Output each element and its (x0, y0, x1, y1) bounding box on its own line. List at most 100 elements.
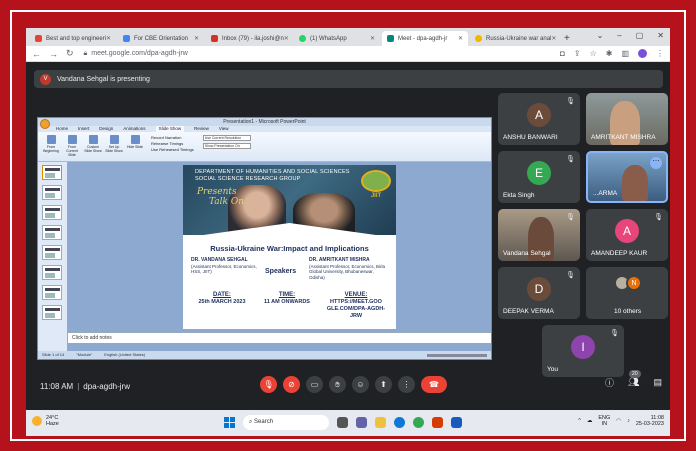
end-call-button[interactable]: ☎ (421, 376, 447, 393)
participant-video (622, 165, 648, 201)
sun-icon (32, 416, 42, 426)
chrome-icon[interactable] (413, 417, 424, 428)
minimize-icon[interactable]: – (617, 31, 621, 40)
extensions-icon[interactable]: ✱ (606, 49, 613, 58)
info-icon[interactable]: ⓘ (605, 376, 614, 389)
ribbon-label: From Beginning (43, 145, 59, 153)
url-input[interactable]: meet.google.com/dpa-agdh-jrw (91, 50, 188, 57)
search-input[interactable]: ⌕ Search (243, 415, 329, 430)
participant-name: AMRITKANT MISHRA (591, 134, 656, 141)
participant-tile[interactable]: D 🎙︎ DEEPAK VERMA (498, 267, 580, 319)
participant-tile[interactable]: A 🎙︎ AMANDEEP KAUR (586, 209, 668, 261)
close-tab-icon[interactable]: ✕ (551, 35, 556, 42)
back-icon[interactable]: ← (32, 49, 41, 59)
more-options-icon[interactable]: ⋯ (650, 157, 662, 169)
word-icon[interactable] (451, 417, 462, 428)
raise-hand-button[interactable]: ✋︎ (329, 376, 346, 393)
close-tab-icon[interactable]: ✕ (284, 35, 289, 42)
ribbon-dropdowns: Use Current Resolution Show Presentation… (202, 135, 251, 158)
mic-off-icon: 🎙︎ (654, 214, 663, 221)
institute-logo (361, 170, 391, 192)
language-indicator[interactable]: ENG IN (598, 415, 610, 427)
reload-icon[interactable]: ↻ (66, 48, 74, 59)
sidepanel-icon[interactable]: ▥ (621, 49, 629, 58)
browser-tab[interactable]: (1) WhatsApp ✕ (294, 31, 380, 46)
share-icon[interactable]: ⇪ (574, 49, 581, 58)
present-button[interactable]: ⬆ (375, 376, 392, 393)
browser-tab-strip: Best and top engineeri ✕ For CBE Orientat… (26, 28, 670, 46)
others-tile[interactable]: N 10 others (586, 267, 668, 319)
close-tab-icon[interactable]: ✕ (194, 35, 199, 42)
side-controls: ⓘ 20 👥︎ ▤ (605, 370, 662, 389)
people-count-badge: 20 (629, 370, 641, 378)
task-view-icon[interactable] (337, 417, 348, 428)
close-tab-icon[interactable]: ✕ (106, 35, 111, 42)
file-explorer-icon[interactable] (375, 417, 386, 428)
tab-favicon-icon (35, 35, 42, 42)
camera-icon[interactable]: ◘ (560, 49, 565, 58)
close-icon[interactable]: ✕ (657, 31, 664, 40)
participant-tile[interactable]: E 🎙︎ Ekta Singh (498, 151, 580, 203)
cloud-icon[interactable]: ☁ (587, 418, 593, 424)
captions-button[interactable]: ▭ (306, 376, 323, 393)
participant-tile[interactable]: ⋯ ...ARMA (586, 151, 668, 203)
forward-icon[interactable]: → (49, 49, 58, 59)
mic-off-button[interactable]: 🎙︎ (260, 376, 277, 393)
menu-icon[interactable]: ⋮ (656, 49, 664, 58)
close-tab-icon[interactable]: ✕ (370, 35, 375, 42)
participant-tile[interactable]: 🎙︎ Vandana Sehgal (498, 209, 580, 261)
browser-tab[interactable]: Russia-Ukraine war anal ✕ (470, 31, 556, 46)
chevron-down-icon[interactable]: ⌄ (597, 31, 604, 40)
browser-tab[interactable]: Inbox (79) - ila.joshi@n ✕ (206, 31, 292, 46)
slide-thumbnail (42, 285, 62, 300)
weather-condition: Haze (46, 421, 59, 427)
participant-tile[interactable]: AMRITKANT MISHRA (586, 93, 668, 145)
shared-screen: Presentation1 - Microsoft PowerPoint Hom… (37, 117, 492, 360)
ribbon-label: Custom Slide Show (84, 145, 102, 153)
poster-heading: Russia-Ukraine War:Impact and Implicatio… (210, 244, 369, 253)
powerpoint-status-bar: Slide 1 of 14 "Module" English (United S… (38, 351, 491, 359)
browser-tab[interactable]: Best and top engineeri ✕ (30, 31, 116, 46)
setup-icon (109, 135, 119, 144)
others-label: 10 others (614, 308, 642, 315)
theme-name: "Module" (76, 352, 93, 357)
meeting-code: dpa-agdh-jrw (83, 382, 130, 391)
browser-tab[interactable]: For CBE Orientation ✕ (118, 31, 204, 46)
weather-widget[interactable]: 24°C Haze (32, 415, 59, 427)
star-icon[interactable]: ☆ (590, 49, 597, 58)
new-tab-icon[interactable]: + (558, 31, 576, 46)
slide-thumbnail (42, 245, 62, 260)
avatar[interactable] (638, 49, 647, 58)
ribbon-button: From Current Slide (63, 135, 81, 157)
slide-thumbnail (42, 185, 62, 200)
mic-off-icon: 🎙︎ (610, 330, 619, 337)
more-options-button[interactable]: ⋮ (398, 376, 415, 393)
meeting-time: 11:08 AM (40, 382, 74, 391)
system-clock[interactable]: 11:08 25-03-2023 (636, 415, 664, 427)
speaker-one: DR. VANDANA SEHGAL (Assistant Professor,… (191, 257, 261, 275)
slideshow-icon (46, 135, 56, 144)
maximize-icon[interactable]: ▢ (636, 31, 644, 40)
teams-icon[interactable] (356, 417, 367, 428)
emoji-button[interactable]: ☺ (352, 376, 369, 393)
wifi-icon[interactable]: ◠ (616, 418, 621, 424)
powerpoint-icon[interactable] (432, 417, 443, 428)
people-button[interactable]: 20 👥︎ (628, 370, 641, 388)
windows-start-icon[interactable] (224, 417, 235, 428)
menu-tab-active: Slide Show (155, 126, 185, 132)
others-avatars: N (614, 275, 644, 293)
screen: Best and top engineeri ✕ For CBE Orientat… (26, 28, 670, 436)
volume-icon[interactable]: ♪ (627, 418, 630, 424)
poster-time: TIME: 11 AM ONWARDS (263, 292, 311, 306)
ribbon-button: Hide Slide (126, 135, 144, 157)
edge-icon[interactable] (394, 417, 405, 428)
chevron-up-icon[interactable]: ^ (578, 418, 581, 424)
browser-tab-active[interactable]: Meet - dpa-agdh-jr ✕ (382, 31, 468, 46)
participant-name: DEEPAK VERMA (503, 308, 554, 315)
lock-icon[interactable]: 🔒︎ (84, 50, 88, 58)
camera-off-button[interactable]: ⊘ (283, 376, 300, 393)
chat-icon[interactable]: ▤ (653, 377, 662, 388)
close-tab-icon[interactable]: ✕ (458, 35, 463, 42)
participant-tile[interactable]: A 🎙︎ ANSHU BANWARI (498, 93, 580, 145)
poster-talk-on: Talk On (209, 197, 245, 207)
